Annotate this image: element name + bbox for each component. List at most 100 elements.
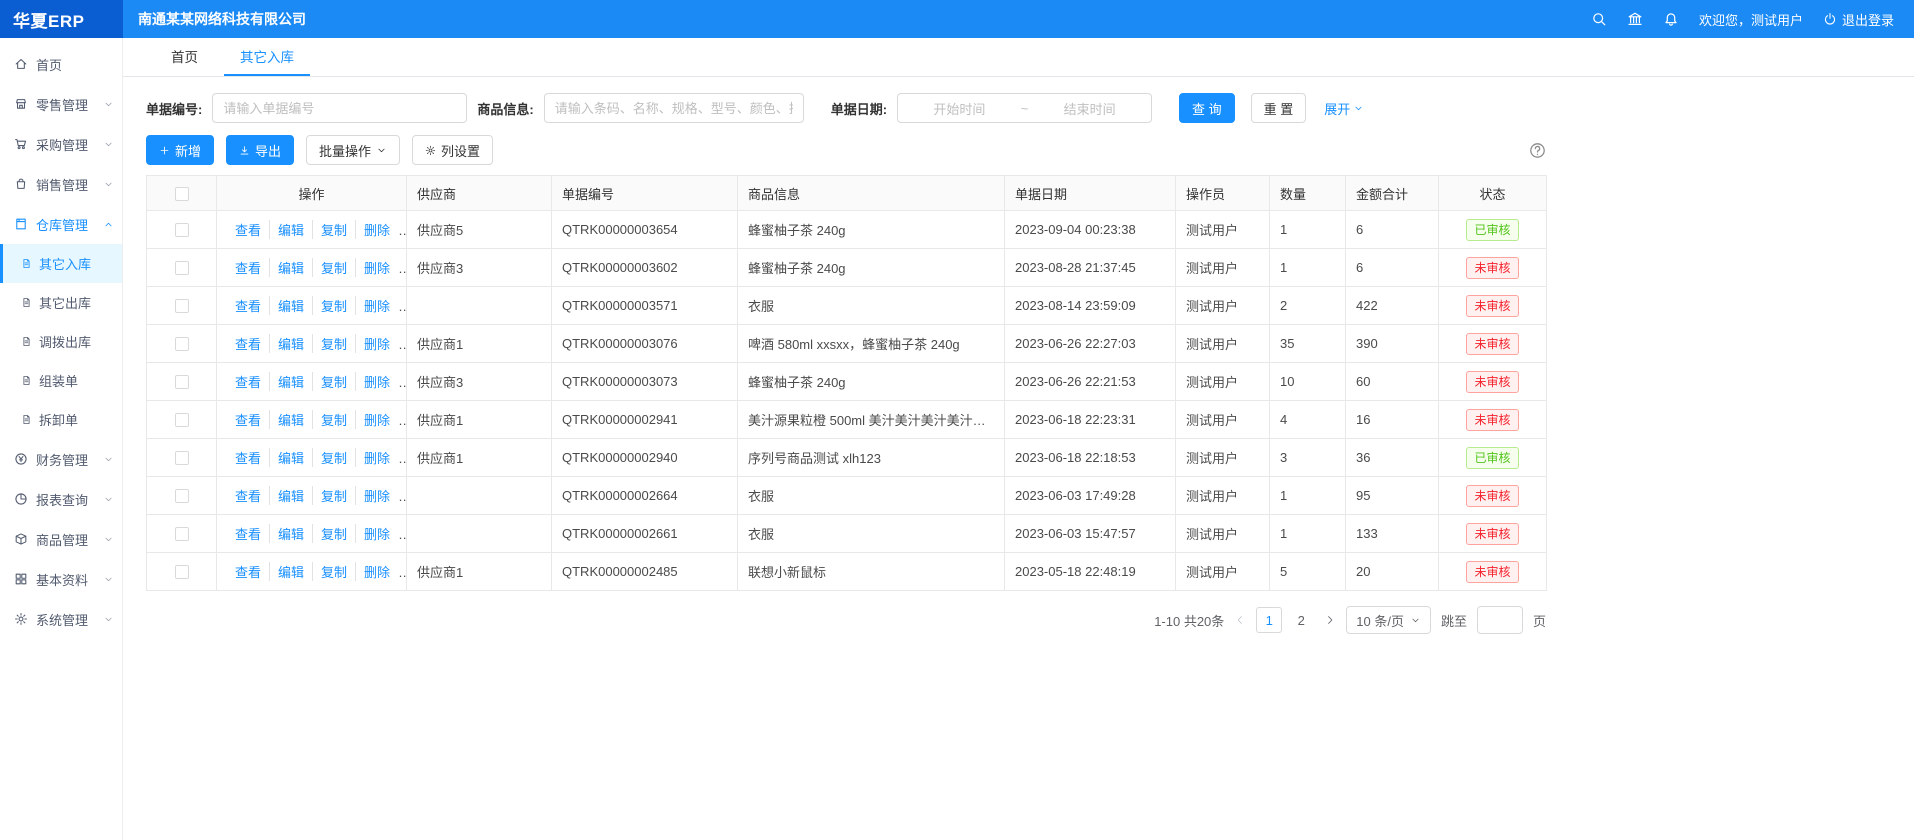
date-range-input[interactable]: 开始时间 ~ 结束时间 [897, 93, 1152, 123]
row-op-edit[interactable]: 编辑 [269, 220, 312, 239]
row-op-delete[interactable]: 删除 [355, 372, 398, 391]
row-checkbox[interactable] [175, 527, 189, 541]
row-op-view[interactable]: 查看 [227, 220, 269, 239]
row-op-copy[interactable]: 复制 [312, 258, 355, 277]
search-icon[interactable] [1591, 11, 1607, 27]
row-op-copy[interactable]: 复制 [312, 296, 355, 315]
row-op-delete[interactable]: 删除 [355, 220, 398, 239]
prev-page-button[interactable] [1234, 614, 1246, 626]
sidebar-item-warehouse[interactable]: 仓库管理 [0, 204, 122, 244]
logout-button[interactable]: 退出登录 [1823, 10, 1894, 29]
select-all-checkbox[interactable] [175, 187, 189, 201]
next-page-button[interactable] [1324, 614, 1336, 626]
cell-total: 6 [1346, 249, 1439, 287]
add-button[interactable]: 新增 [146, 135, 214, 165]
table-row: 查看编辑复制删除QTRK00000002661衣服2023-06-03 15:4… [147, 515, 1547, 553]
batch-actions-button[interactable]: 批量操作 [306, 135, 400, 165]
sidebar-item-purchase[interactable]: 采购管理 [0, 124, 122, 164]
row-checkbox[interactable] [175, 375, 189, 389]
sidebar-subitem-disassembly[interactable]: 拆卸单 [0, 400, 122, 439]
sidebar-subitem-assembly[interactable]: 组装单 [0, 361, 122, 400]
expand-link[interactable]: 展开 [1324, 99, 1364, 118]
row-op-copy[interactable]: 复制 [312, 448, 355, 467]
row-op-edit[interactable]: 编辑 [269, 486, 312, 505]
order-no-input[interactable] [212, 93, 467, 123]
chevron-down-icon [103, 179, 114, 190]
row-op-delete[interactable]: 删除 [355, 524, 398, 543]
row-op-delete[interactable]: 删除 [355, 486, 398, 505]
row-op-view[interactable]: 查看 [227, 410, 269, 429]
sidebar-item-basic[interactable]: 基本资料 [0, 559, 122, 599]
sidebar-item-finance[interactable]: 财务管理 [0, 439, 122, 479]
chevron-down-icon [376, 145, 387, 156]
row-checkbox[interactable] [175, 413, 189, 427]
row-op-view[interactable]: 查看 [227, 486, 269, 505]
reset-button[interactable]: 重 置 [1251, 93, 1307, 123]
row-op-view[interactable]: 查看 [227, 334, 269, 353]
row-op-edit[interactable]: 编辑 [269, 410, 312, 429]
row-op-view[interactable]: 查看 [227, 258, 269, 277]
sidebar-subitem-other-inbound[interactable]: 其它入库 [0, 244, 122, 283]
home-nav-icon[interactable] [1627, 11, 1643, 27]
column-settings-button[interactable]: 列设置 [412, 135, 493, 165]
row-op-edit[interactable]: 编辑 [269, 258, 312, 277]
row-checkbox[interactable] [175, 223, 189, 237]
page-button-2[interactable]: 2 [1288, 607, 1314, 633]
row-op-delete[interactable]: 删除 [355, 296, 398, 315]
export-button[interactable]: 导出 [226, 135, 294, 165]
row-op-edit[interactable]: 编辑 [269, 334, 312, 353]
page-numbers: 12 [1256, 607, 1314, 633]
tab-other-inbound[interactable]: 其它入库 [224, 38, 310, 76]
row-checkbox[interactable] [175, 261, 189, 275]
row-op-copy[interactable]: 复制 [312, 334, 355, 353]
row-op-edit[interactable]: 编辑 [269, 562, 312, 581]
jump-input[interactable] [1477, 606, 1523, 634]
row-op-view[interactable]: 查看 [227, 448, 269, 467]
row-op-copy[interactable]: 复制 [312, 562, 355, 581]
sidebar-item-system[interactable]: 系统管理 [0, 599, 122, 639]
help-icon[interactable] [1529, 142, 1546, 159]
product-info-input[interactable] [544, 93, 804, 123]
row-op-copy[interactable]: 复制 [312, 486, 355, 505]
row-op-view[interactable]: 查看 [227, 372, 269, 391]
row-checkbox[interactable] [175, 451, 189, 465]
basic-icon [14, 572, 28, 586]
row-op-edit[interactable]: 编辑 [269, 448, 312, 467]
row-op-delete[interactable]: 删除 [355, 410, 398, 429]
sidebar-item-retail[interactable]: 零售管理 [0, 84, 122, 124]
row-op-view[interactable]: 查看 [227, 562, 269, 581]
sidebar-item-home[interactable]: 首页 [0, 44, 122, 84]
row-op-delete[interactable]: 删除 [355, 258, 398, 277]
row-op-copy[interactable]: 复制 [312, 410, 355, 429]
row-op-copy[interactable]: 复制 [312, 372, 355, 391]
date-range-separator: ~ [1021, 101, 1029, 116]
row-checkbox[interactable] [175, 299, 189, 313]
row-checkbox[interactable] [175, 337, 189, 351]
sidebar-item-goods[interactable]: 商品管理 [0, 519, 122, 559]
col-product-info: 商品信息 [738, 176, 1005, 211]
notification-bell-icon[interactable] [1663, 11, 1679, 27]
col-operation: 操作 [217, 176, 407, 211]
tab-home[interactable]: 首页 [155, 38, 214, 76]
row-op-edit[interactable]: 编辑 [269, 296, 312, 315]
table-row: 查看编辑复制删除供应商3QTRK00000003602蜂蜜柚子茶 240g202… [147, 249, 1547, 287]
row-checkbox[interactable] [175, 565, 189, 579]
row-op-edit[interactable]: 编辑 [269, 524, 312, 543]
row-op-delete[interactable]: 删除 [355, 334, 398, 353]
sidebar-subitem-other-outbound[interactable]: 其它出库 [0, 283, 122, 322]
row-checkbox[interactable] [175, 489, 189, 503]
sidebar-item-report[interactable]: 报表查询 [0, 479, 122, 519]
page-button-1[interactable]: 1 [1256, 607, 1282, 633]
row-op-view[interactable]: 查看 [227, 296, 269, 315]
table-row: 查看编辑复制删除供应商3QTRK00000003073蜂蜜柚子茶 240g202… [147, 363, 1547, 401]
row-op-edit[interactable]: 编辑 [269, 372, 312, 391]
sidebar-item-sales[interactable]: 销售管理 [0, 164, 122, 204]
page-size-select[interactable]: 10 条/页 [1346, 606, 1431, 634]
row-op-copy[interactable]: 复制 [312, 220, 355, 239]
row-op-copy[interactable]: 复制 [312, 524, 355, 543]
search-button[interactable]: 查 询 [1179, 93, 1235, 123]
row-op-delete[interactable]: 删除 [355, 448, 398, 467]
row-op-delete[interactable]: 删除 [355, 562, 398, 581]
sidebar-subitem-transfer-outbound[interactable]: 调拨出库 [0, 322, 122, 361]
row-op-view[interactable]: 查看 [227, 524, 269, 543]
